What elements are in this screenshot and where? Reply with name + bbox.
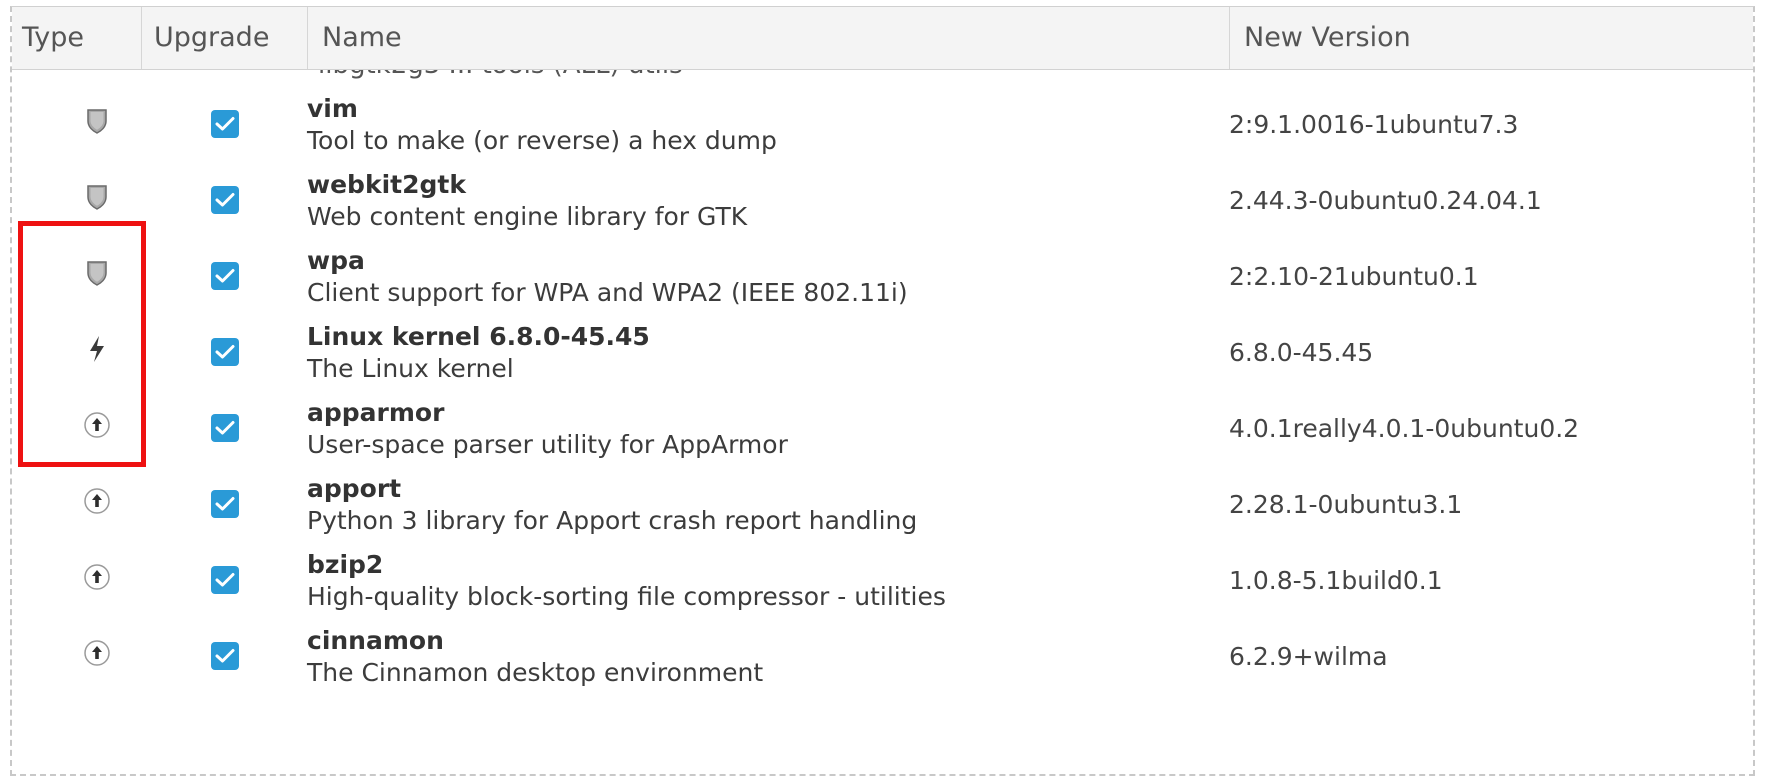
lightning-icon: [80, 332, 114, 366]
package-name: Linux kernel 6.8.0-45.45: [307, 322, 650, 351]
package-name: bzip2: [307, 550, 384, 579]
column-header-name[interactable]: Name: [308, 7, 1230, 69]
upgrade-checkbox[interactable]: [211, 110, 239, 138]
upgrade-arrow-icon: [80, 484, 114, 518]
table-row[interactable]: wpa Client support for WPA and WPA2 (IEEE…: [12, 236, 1753, 312]
package-name: apport: [307, 474, 402, 503]
table-row[interactable]: apport Python 3 library for Apport crash …: [12, 464, 1753, 540]
package-description: The Linux kernel: [307, 354, 514, 383]
package-new-version: 4.0.1really4.0.1-0ubuntu0.2: [1229, 414, 1580, 443]
shield-icon: [80, 256, 114, 290]
update-manager-window: Type Upgrade Name New Version libgtk2g3 …: [0, 0, 1778, 779]
package-name: vim: [307, 94, 358, 123]
package-new-version: 6.8.0-45.45: [1229, 338, 1374, 367]
column-header-new-version[interactable]: New Version: [1230, 7, 1557, 69]
upgrade-checkbox[interactable]: [211, 338, 239, 366]
package-description: Python 3 library for Apport crash report…: [307, 506, 918, 535]
upgrade-checkbox[interactable]: [211, 186, 239, 214]
upgrade-arrow-icon: [80, 408, 114, 442]
table-header: Type Upgrade Name New Version: [12, 7, 1753, 70]
table-row[interactable]: cinnamon The Cinnamon desktop environment…: [12, 616, 1753, 692]
package-description: High-quality block-sorting file compress…: [307, 582, 946, 611]
column-header-upgrade[interactable]: Upgrade: [142, 7, 308, 69]
table-row[interactable]: bzip2 High-quality block-sorting file com…: [12, 540, 1753, 616]
package-description: Web content engine library for GTK: [307, 202, 748, 231]
column-header-type[interactable]: Type: [12, 7, 142, 69]
package-new-version: 2.44.3-0ubuntu0.24.04.1: [1229, 186, 1542, 215]
updates-table: Type Upgrade Name New Version libgtk2g3 …: [10, 6, 1755, 776]
shield-icon: [80, 180, 114, 214]
table-row[interactable]: Linux kernel 6.8.0-45.45 The Linux kernel…: [12, 312, 1753, 388]
table-body[interactable]: libgtk2g3 ... tools (ALL) utils vim Tool …: [12, 70, 1753, 774]
package-description: The Cinnamon desktop environment: [307, 658, 764, 687]
shield-icon: [80, 104, 114, 138]
upgrade-arrow-icon: [80, 636, 114, 670]
package-name: webkit2gtk: [307, 170, 466, 199]
partial-row-text: libgtk2g3 ... tools (ALL) utils: [318, 70, 683, 80]
table-row[interactable]: apparmor User-space parser utility for Ap…: [12, 388, 1753, 464]
upgrade-checkbox[interactable]: [211, 490, 239, 518]
table-row[interactable]: vim Tool to make (or reverse) a hex dump 2…: [12, 84, 1753, 160]
package-new-version: 1.0.8-5.1build0.1: [1229, 566, 1443, 595]
package-description: User-space parser utility for AppArmor: [307, 430, 788, 459]
table-row[interactable]: webkit2gtk Web content engine library for…: [12, 160, 1753, 236]
package-description: Client support for WPA and WPA2 (IEEE 80…: [307, 278, 908, 307]
package-name: apparmor: [307, 398, 445, 427]
package-new-version: 2.28.1-0ubuntu3.1: [1229, 490, 1463, 519]
upgrade-arrow-icon: [80, 560, 114, 594]
package-description: Tool to make (or reverse) a hex dump: [307, 126, 777, 155]
package-name: cinnamon: [307, 626, 444, 655]
upgrade-checkbox[interactable]: [211, 414, 239, 442]
upgrade-checkbox[interactable]: [211, 262, 239, 290]
package-name: wpa: [307, 246, 365, 275]
package-new-version: 2:9.1.0016-1ubuntu7.3: [1229, 110, 1519, 139]
upgrade-checkbox[interactable]: [211, 642, 239, 670]
package-new-version: 6.2.9+wilma: [1229, 642, 1388, 671]
package-new-version: 2:2.10-21ubuntu0.1: [1229, 262, 1479, 291]
upgrade-checkbox[interactable]: [211, 566, 239, 594]
